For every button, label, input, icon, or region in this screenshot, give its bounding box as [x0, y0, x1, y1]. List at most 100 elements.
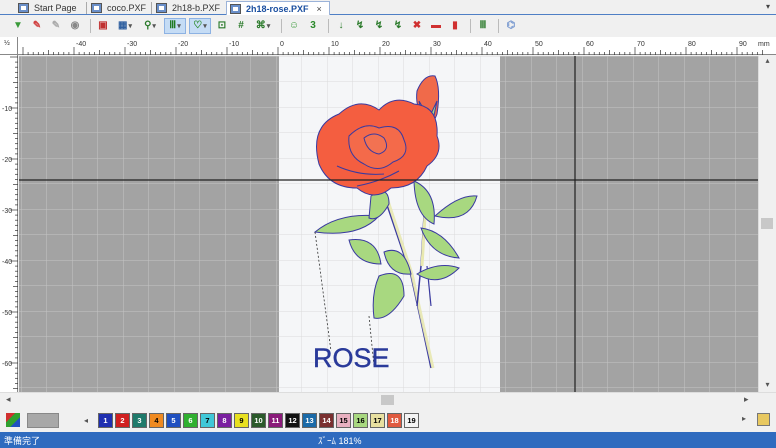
toolbar-divider — [470, 19, 471, 33]
tab-label: Start Page — [34, 3, 77, 13]
ruler-label: 50 — [535, 41, 543, 48]
zoom-level: ｽﾞｰﾑ 181% — [318, 436, 362, 446]
ruler-label: 30 — [433, 41, 441, 48]
stitch-density-icon[interactable]: Ⅲ — [475, 18, 491, 34]
palette-scroll-right-button[interactable]: ▸ — [742, 414, 746, 423]
stitch-select-icon[interactable]: ✎ — [29, 18, 45, 34]
ruler-label: -10 — [229, 41, 239, 48]
ruler-label: -30 — [127, 41, 137, 48]
stitch-view-dropdown-icon[interactable]: Ⅲ — [164, 18, 186, 34]
hoop-icon[interactable]: ⊡ — [214, 18, 230, 34]
vertical-scroll-thumb[interactable] — [761, 218, 773, 229]
horizontal-scroll-thumb[interactable] — [381, 395, 394, 405]
canvas-svg: ROSE — [19, 56, 758, 392]
tab-2h18-b[interactable]: 2h18-b.PXF — [153, 1, 223, 15]
thread-color-18[interactable]: 18 — [387, 412, 402, 428]
tab-label: 2h18-rose.PXF — [246, 3, 309, 14]
thread-color-4[interactable]: 4 — [149, 412, 164, 428]
vertical-ruler-ticks: -10 -20 -30 -40 -50 -60 — [2, 56, 18, 389]
design-icon[interactable]: ▣ — [95, 18, 111, 34]
stitch-jump-icon[interactable]: ↯ — [390, 18, 406, 34]
ruler-label: -50 — [2, 310, 12, 317]
thread-color-10[interactable]: 10 — [251, 412, 266, 428]
thread-color-14[interactable]: 14 — [319, 412, 334, 428]
palette-icon[interactable] — [6, 413, 20, 427]
ruler-label: 80 — [688, 41, 696, 48]
ruler-label: -60 — [2, 361, 12, 368]
ruler-label: 40 — [484, 41, 492, 48]
vertical-scrollbar[interactable]: ▴ ▾ — [758, 56, 776, 392]
thread-color-3[interactable]: 3 — [132, 412, 147, 428]
ruler-label: 20 — [382, 41, 390, 48]
thread-color-11[interactable]: 11 — [268, 412, 283, 428]
thread-color-6[interactable]: 6 — [183, 412, 198, 428]
thread-color-2[interactable]: 2 — [115, 412, 130, 428]
horizontal-scrollbar[interactable]: ◂ ▸ — [0, 392, 776, 407]
ruler-label: 90 — [739, 41, 747, 48]
thread-color-swatches: 1 2 3 4 5 6 7 8 9 10 11 12 13 14 15 16 1… — [98, 412, 421, 428]
scroll-right-button[interactable]: ▸ — [744, 394, 749, 405]
thread-color-13[interactable]: 13 — [302, 412, 317, 428]
stitch-prev-icon[interactable]: ↯ — [352, 18, 368, 34]
thread-color-19[interactable]: 19 — [404, 412, 419, 428]
palette-scroll-left-button[interactable]: ◂ — [84, 416, 96, 425]
stitch-start-icon[interactable]: ↓ — [333, 18, 349, 34]
tab-divider — [151, 2, 152, 14]
scroll-up-button[interactable]: ▴ — [759, 56, 776, 68]
ruler-label: 60 — [586, 41, 594, 48]
tab-coco[interactable]: coco.PXF — [88, 1, 150, 15]
toolbar-divider — [328, 19, 329, 33]
thread-color-15[interactable]: 15 — [336, 412, 351, 428]
status-bar: 準備完了 ｽﾞｰﾑ 181% — [0, 432, 776, 448]
horizontal-ruler: -40 -30 -20 -10 0 10 20 30 40 50 60 70 80 90 mm — [18, 37, 776, 55]
ruler-label: -30 — [2, 208, 12, 215]
zoom-dropdown-icon[interactable]: ⚲ — [139, 18, 161, 34]
design-canvas[interactable]: ROSE — [19, 56, 758, 392]
horizontal-ruler-ticks: -40 -30 -20 -10 0 10 20 30 40 50 60 70 80 90 mm — [22, 41, 770, 55]
vertical-ruler: -10 -20 -30 -40 -50 -60 — [0, 55, 18, 392]
stop-marker-icon[interactable]: ▮ — [447, 18, 463, 34]
realistic-view-icon[interactable]: ☺ — [286, 18, 302, 34]
tab-start-page[interactable]: Start Page — [15, 1, 79, 15]
ruler-label: 0 — [280, 41, 284, 48]
thread-color-8[interactable]: 8 — [217, 412, 232, 428]
current-color-well[interactable] — [27, 412, 59, 428]
thread-color-16[interactable]: 16 — [353, 412, 368, 428]
thread-color-1[interactable]: 1 — [98, 412, 113, 428]
tab-label: coco.PXF — [107, 3, 147, 13]
trim-marker-icon[interactable]: ✖ — [409, 18, 425, 34]
thread-chart-icon[interactable] — [757, 413, 770, 426]
toolbar-divider — [498, 19, 499, 33]
3d-view-icon[interactable]: 3 — [305, 18, 321, 34]
stitch-edit-icon[interactable]: ✎ — [48, 18, 64, 34]
thread-color-9[interactable]: 9 — [234, 412, 249, 428]
document-tab-bar: Start Page coco.PXF 2h18-b.PXF 2h18-rose… — [0, 0, 776, 15]
tab-list-dropdown-icon[interactable]: ▾ — [766, 2, 770, 11]
toolbar-divider — [281, 19, 282, 33]
thread-color-5[interactable]: 5 — [166, 412, 181, 428]
thread-palette-bar: ◂ 1 2 3 4 5 6 7 8 9 10 11 12 13 14 15 16… — [0, 408, 776, 432]
view-icon[interactable]: ◉ — [67, 18, 83, 34]
scroll-left-button[interactable]: ◂ — [6, 394, 11, 405]
filter-icon[interactable]: ▼ — [10, 18, 26, 34]
ruler-label: -40 — [2, 259, 12, 266]
grid-icon[interactable]: # — [233, 18, 249, 34]
pxf-file-icon — [91, 3, 102, 13]
thread-color-17[interactable]: 17 — [370, 412, 385, 428]
ruler-corner: ½ — [0, 37, 18, 55]
design-rose-text: ROSE — [313, 343, 390, 373]
thread-color-7[interactable]: 7 — [200, 412, 215, 428]
toolbar: ▼ ✎ ✎ ◉ ▣ ▦ ⚲ Ⅲ ♡ ⊡ # ⌘ ☺ 3 ↓ ↯ ↯ ↯ ✖ ▬ … — [0, 16, 776, 36]
stitch-next-icon[interactable]: ↯ — [371, 18, 387, 34]
close-tab-icon[interactable]: × — [317, 4, 322, 14]
network-icon[interactable]: ⌬ — [503, 18, 519, 34]
color-change-icon[interactable]: ▬ — [428, 18, 444, 34]
scroll-down-button[interactable]: ▾ — [759, 380, 776, 392]
grid-display-dropdown-icon[interactable]: ▦ — [114, 18, 136, 34]
tab-label: 2h18-b.PXF — [172, 3, 221, 13]
thread-color-12[interactable]: 12 — [285, 412, 300, 428]
ruler-unit-label: mm — [758, 41, 770, 48]
fill-view-dropdown-icon[interactable]: ♡ — [189, 18, 211, 34]
layout-dropdown-icon[interactable]: ⌘ — [252, 18, 274, 34]
tab-2h18-rose[interactable]: 2h18-rose.PXF × — [226, 1, 330, 15]
